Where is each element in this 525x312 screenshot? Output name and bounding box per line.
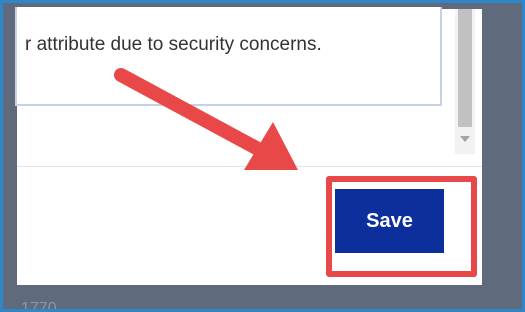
screenshot-frame: r attribute due to security concerns. Sa… (0, 0, 525, 312)
scrollbar[interactable] (455, 9, 475, 154)
background-number: 1770 (21, 300, 57, 312)
dialog-footer-divider (17, 166, 482, 167)
textarea-text: r attribute due to security concerns. (25, 34, 322, 55)
save-button[interactable]: Save (335, 189, 444, 253)
scrollbar-thumb[interactable] (458, 9, 472, 127)
description-textarea[interactable]: r attribute due to security concerns. (15, 7, 442, 106)
dialog-panel: r attribute due to security concerns. Sa… (15, 7, 482, 285)
scroll-down-arrow-icon[interactable] (460, 136, 470, 142)
